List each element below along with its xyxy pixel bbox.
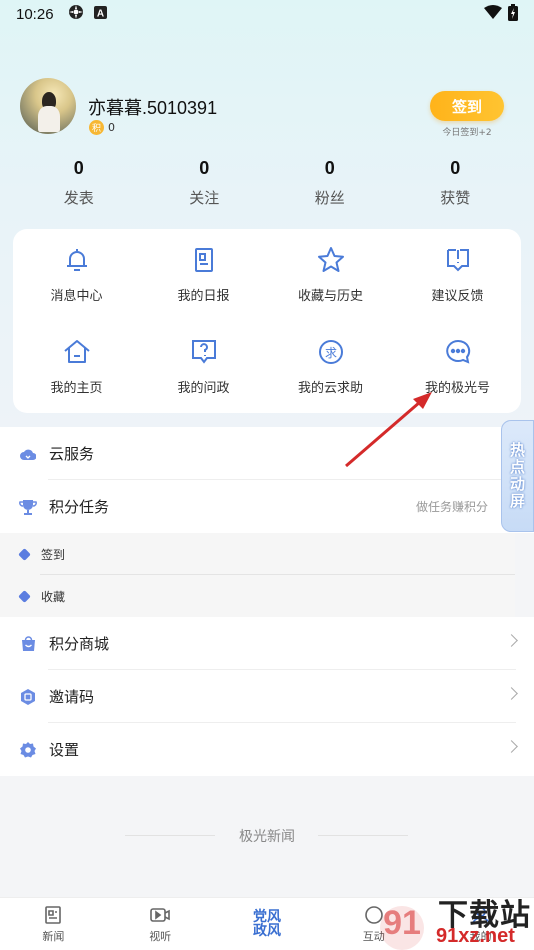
tab-party-bottom: 政风: [252, 923, 281, 939]
news-icon: [45, 906, 62, 924]
side-tab-char: 动: [509, 475, 525, 493]
grid-item-my-daily[interactable]: 我的日报: [140, 229, 267, 321]
a-badge-icon: A: [93, 5, 107, 23]
menu-item-label: 云服务: [49, 445, 95, 463]
svg-text:A: A: [96, 9, 103, 20]
diamond-bullet-icon: [18, 589, 31, 603]
stat-value: 0: [73, 158, 84, 178]
grid-item-label: 我的问政: [177, 381, 230, 396]
username[interactable]: 亦暮暮.5010391: [88, 94, 217, 120]
tab-party-politics[interactable]: 党风 政风: [214, 898, 321, 950]
daily-report-icon: [194, 248, 213, 272]
stat-label: 关注: [189, 189, 220, 207]
tab-video[interactable]: 视听: [107, 898, 214, 950]
grid-item-label: 收藏与历史: [297, 289, 363, 304]
points-task-hint: 做任务赚积分: [415, 500, 488, 514]
menu-item-cloud-service[interactable]: 云服务: [0, 427, 534, 480]
stat-value: 0: [450, 158, 461, 178]
chevron-right-icon: [505, 634, 518, 647]
grid-item-feedback[interactable]: 建议反馈: [394, 229, 521, 321]
question-icon: [191, 340, 216, 364]
stat-label: 获赞: [440, 189, 471, 207]
grid-item-my-jiguang[interactable]: 我的极光号: [394, 321, 521, 413]
shopping-bag-icon: [19, 635, 37, 653]
trophy-icon: [19, 498, 37, 516]
menu-list: 云服务 积分任务 做任务赚积分 签到 收藏 积分商城 邀请码 设置: [0, 427, 534, 776]
grid-item-my-homepage[interactable]: 我的主页: [13, 321, 140, 413]
subtask-collect[interactable]: 收藏: [0, 575, 515, 617]
stat-posts[interactable]: 0 发表: [16, 158, 142, 208]
stat-likes[interactable]: 0 获赞: [393, 158, 519, 208]
help-icon-char: 求: [324, 346, 336, 360]
watermark-url: 91xz.net: [436, 925, 515, 947]
side-tab-char: 屏: [509, 492, 525, 510]
help-icon: 求: [318, 340, 343, 364]
tab-label: 新闻: [42, 930, 65, 943]
grid-item-cloud-help[interactable]: 求 我的云求助: [267, 321, 394, 413]
menu-item-label: 设置: [49, 741, 80, 759]
tab-party-top: 党风: [252, 909, 281, 925]
menu-item-points-task[interactable]: 积分任务 做任务赚积分: [0, 480, 534, 533]
menu-item-label: 邀请码: [49, 688, 95, 706]
coin-icon: 积: [89, 120, 104, 135]
stat-following[interactable]: 0 关注: [142, 158, 268, 208]
feedback-icon: [446, 249, 469, 272]
stat-label: 发表: [63, 189, 94, 207]
menu-item-points-mall[interactable]: 积分商城: [0, 617, 534, 670]
grid-item-message-center[interactable]: 消息中心: [13, 229, 140, 321]
grid-item-label: 我的日报: [177, 289, 230, 304]
avatar-figure-body: [38, 106, 60, 132]
stats-row: 0 发表 0 关注 0 粉丝 0 获赞: [16, 158, 518, 208]
subtask-label: 签到: [41, 547, 66, 562]
star-icon: [317, 247, 344, 272]
video-icon: [150, 908, 170, 922]
grid-item-label: 建议反馈: [431, 289, 484, 304]
invite-hexagon-icon: [19, 688, 37, 706]
menu-item-label: 积分商城: [49, 635, 110, 653]
tab-news[interactable]: 新闻: [0, 898, 107, 950]
home-icon: [63, 340, 90, 363]
subtask-label: 收藏: [41, 589, 66, 604]
grid-item-label: 我的极光号: [424, 381, 490, 396]
avatar[interactable]: [20, 78, 76, 134]
chat-dots-icon: [445, 339, 470, 364]
cloud-icon: [19, 445, 37, 463]
battery-icon: [508, 3, 518, 25]
grid-item-label: 我的主页: [50, 381, 103, 396]
side-tab-char: 点: [509, 458, 525, 476]
points-value: 0: [108, 121, 115, 134]
signin-tip: 今日签到+2: [442, 128, 492, 138]
stat-label: 粉丝: [314, 189, 345, 207]
points-display: 积 0: [89, 120, 115, 135]
menu-item-invite-code[interactable]: 邀请码: [0, 670, 534, 723]
watermark-number: 91: [383, 904, 421, 942]
status-bar: 10:26 A: [0, 0, 534, 28]
status-time: 10:26: [16, 5, 54, 23]
grid-item-favorites-history[interactable]: 收藏与历史: [267, 229, 394, 321]
feature-grid: 消息中心 我的日报 收藏与历史 建议反馈 我的主页 我的问政 求 我的云求助 我…: [13, 229, 521, 413]
grid-item-label: 我的云求助: [297, 381, 363, 396]
menu-item-settings[interactable]: 设置: [0, 723, 534, 776]
diamond-bullet-icon: [18, 547, 31, 561]
grid-item-my-inquiry[interactable]: 我的问政: [140, 321, 267, 413]
subtask-signin[interactable]: 签到: [0, 533, 515, 575]
grid-item-label: 消息中心: [50, 289, 103, 304]
tab-label: 视听: [149, 930, 172, 943]
bell-icon: [66, 249, 87, 271]
gear-icon: [19, 741, 37, 759]
stat-value: 0: [324, 158, 335, 178]
wifi-icon: [484, 5, 502, 23]
footer-brand: 极光新闻: [239, 829, 295, 845]
stat-fans[interactable]: 0 粉丝: [267, 158, 393, 208]
hot-screen-side-tab[interactable]: 热 点 动 屏: [501, 420, 534, 532]
settings-icon: [68, 4, 84, 24]
stat-value: 0: [199, 158, 210, 178]
chevron-right-icon: [505, 740, 518, 753]
menu-item-label: 积分任务: [49, 498, 110, 516]
chevron-right-icon: [505, 687, 518, 700]
signin-button[interactable]: 签到: [430, 91, 504, 121]
side-tab-char: 热: [509, 441, 525, 459]
